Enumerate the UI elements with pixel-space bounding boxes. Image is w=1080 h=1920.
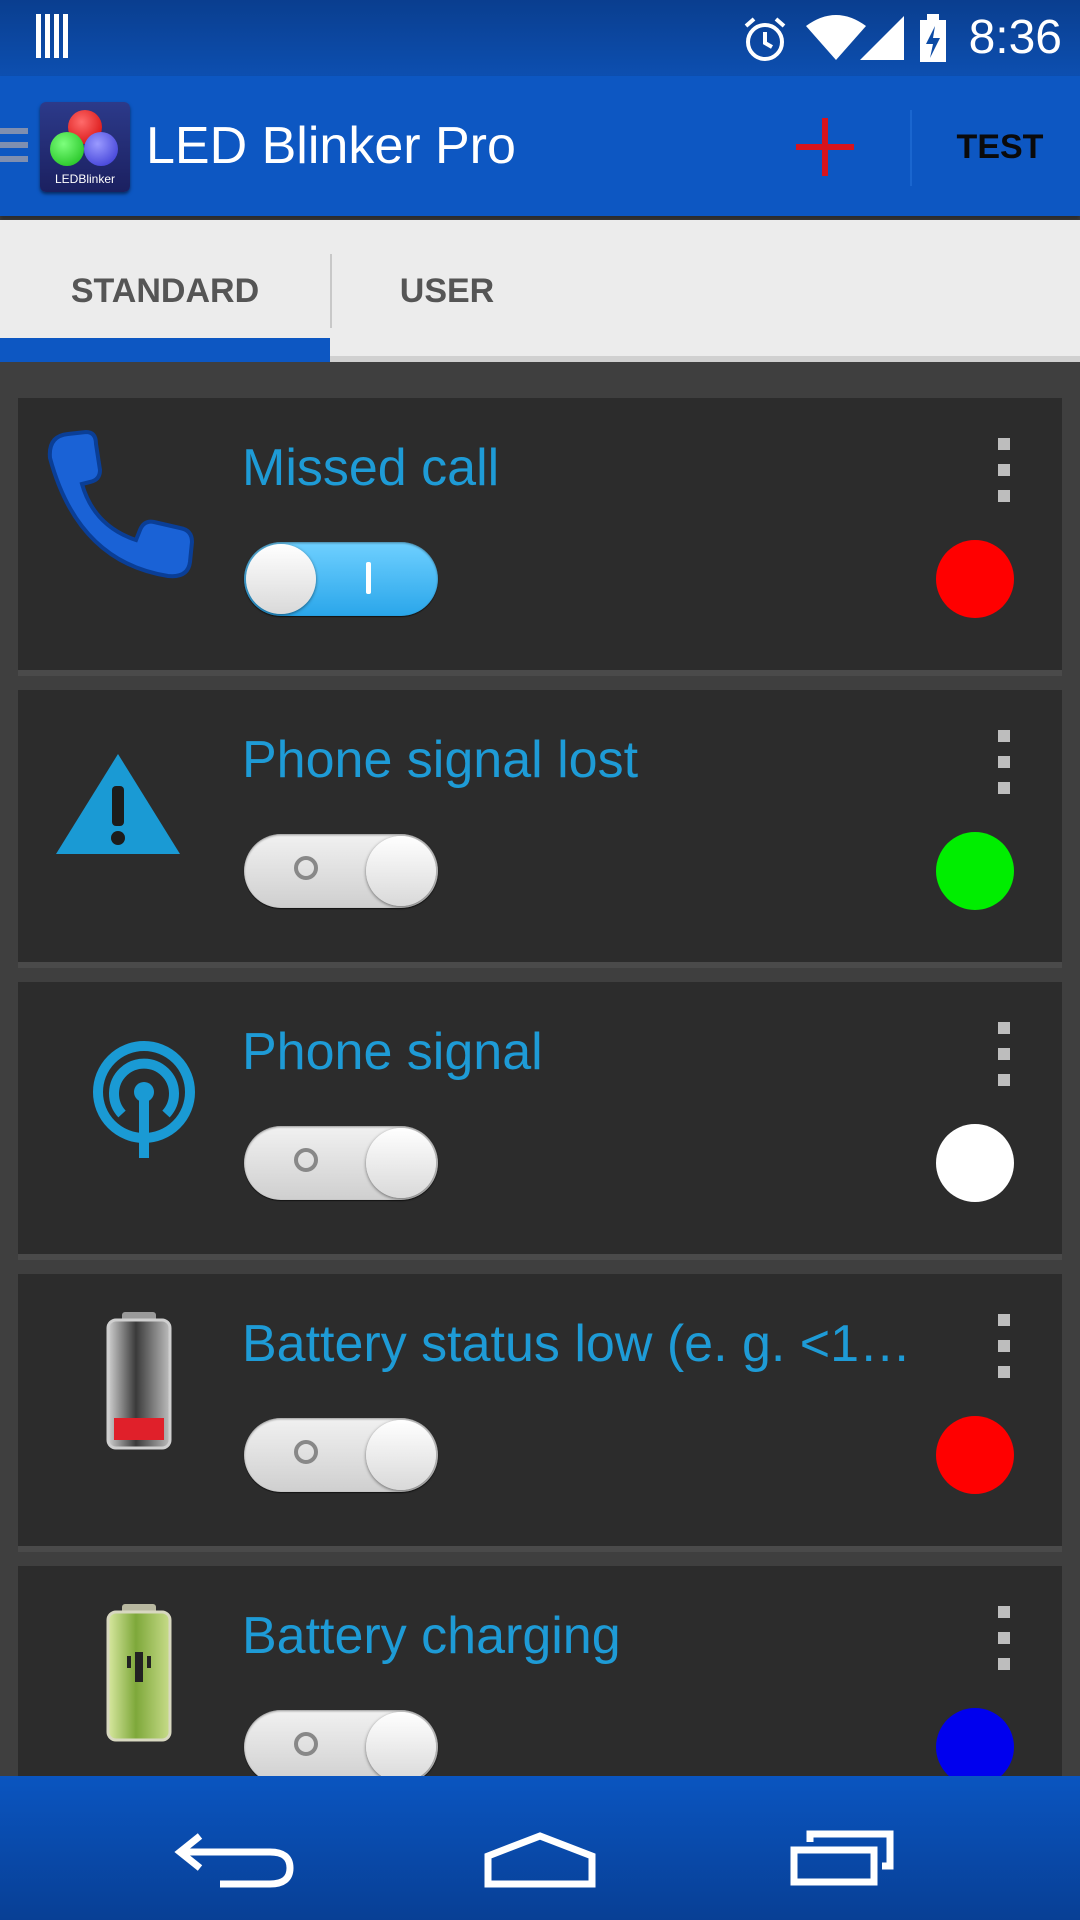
app-logo: LEDBlinker (40, 102, 130, 192)
app-title: LED Blinker Pro (146, 117, 516, 175)
wifi-icon (806, 15, 866, 60)
tab-bottom-line (330, 356, 1080, 362)
list-item[interactable]: Missed call (18, 398, 1062, 670)
more-vert-icon[interactable] (992, 1606, 1016, 1672)
item-toggle[interactable] (244, 834, 438, 908)
battery-charging-icon (106, 1604, 172, 1742)
toggle-knob (366, 836, 436, 906)
toggle-off-mark (294, 1440, 318, 1464)
battery-low-icon (106, 1312, 172, 1450)
led-color-swatch[interactable] (936, 1124, 1014, 1202)
more-vert-icon[interactable] (992, 1022, 1016, 1088)
more-vert-icon[interactable] (992, 730, 1016, 796)
item-toggle[interactable] (244, 1418, 438, 1492)
battery-charging-icon (920, 14, 946, 62)
item-toggle[interactable] (244, 1126, 438, 1200)
navigation-bar (0, 1776, 1080, 1920)
led-color-swatch[interactable] (936, 1416, 1014, 1494)
item-title: Battery status low (e. g. <1… (242, 1315, 912, 1373)
plus-icon[interactable] (790, 112, 860, 182)
toggle-off-mark (294, 1148, 318, 1172)
item-toggle[interactable] (244, 1710, 438, 1784)
item-title: Missed call (242, 439, 500, 497)
toggle-knob (366, 1420, 436, 1490)
tab-indicator (0, 338, 330, 362)
list-item[interactable]: Battery status low (e. g. <1… (18, 1274, 1062, 1546)
warning-icon (56, 754, 180, 854)
phone-icon (47, 429, 195, 579)
item-toggle[interactable] (244, 542, 438, 616)
alarm-icon (744, 17, 786, 61)
status-bar: 8:36 (0, 0, 1080, 76)
more-vert-icon[interactable] (992, 438, 1016, 504)
logo-text: LEDBlinker (54, 172, 116, 186)
home-icon[interactable] (440, 1796, 640, 1900)
toggle-knob (366, 1712, 436, 1782)
item-title: Phone signal (242, 1023, 543, 1081)
test-button[interactable]: TEST (920, 112, 1080, 182)
appbar-divider (910, 110, 912, 186)
tab-bar: STANDARD USER (0, 220, 1080, 362)
event-list: Missed call Phone signal lost Phone sign… (18, 398, 1062, 1858)
status-time: 8:36 (968, 11, 1062, 64)
toggle-knob (366, 1128, 436, 1198)
led-color-swatch[interactable] (936, 540, 1014, 618)
toggle-off-mark (294, 1732, 318, 1756)
cell-signal-icon (860, 16, 904, 60)
toggle-on-mark (366, 562, 371, 594)
led-color-swatch[interactable] (936, 1708, 1014, 1786)
toggle-off-mark (294, 856, 318, 880)
tab-user[interactable]: USER (332, 220, 562, 362)
list-item[interactable]: Phone signal lost (18, 690, 1062, 962)
recents-icon[interactable] (740, 1796, 940, 1900)
toggle-knob (246, 544, 316, 614)
item-title: Phone signal lost (242, 731, 639, 789)
drawer-menu-icon[interactable] (0, 128, 30, 168)
led-color-swatch[interactable] (936, 832, 1014, 910)
back-icon[interactable] (140, 1796, 340, 1900)
item-title: Battery charging (242, 1607, 621, 1665)
more-vert-icon[interactable] (992, 1314, 1016, 1380)
notification-bars-icon (36, 14, 72, 58)
signal-broadcast-icon (93, 1041, 195, 1158)
list-item[interactable]: Phone signal (18, 982, 1062, 1254)
app-bar: LEDBlinker LED Blinker Pro TEST (0, 76, 1080, 216)
